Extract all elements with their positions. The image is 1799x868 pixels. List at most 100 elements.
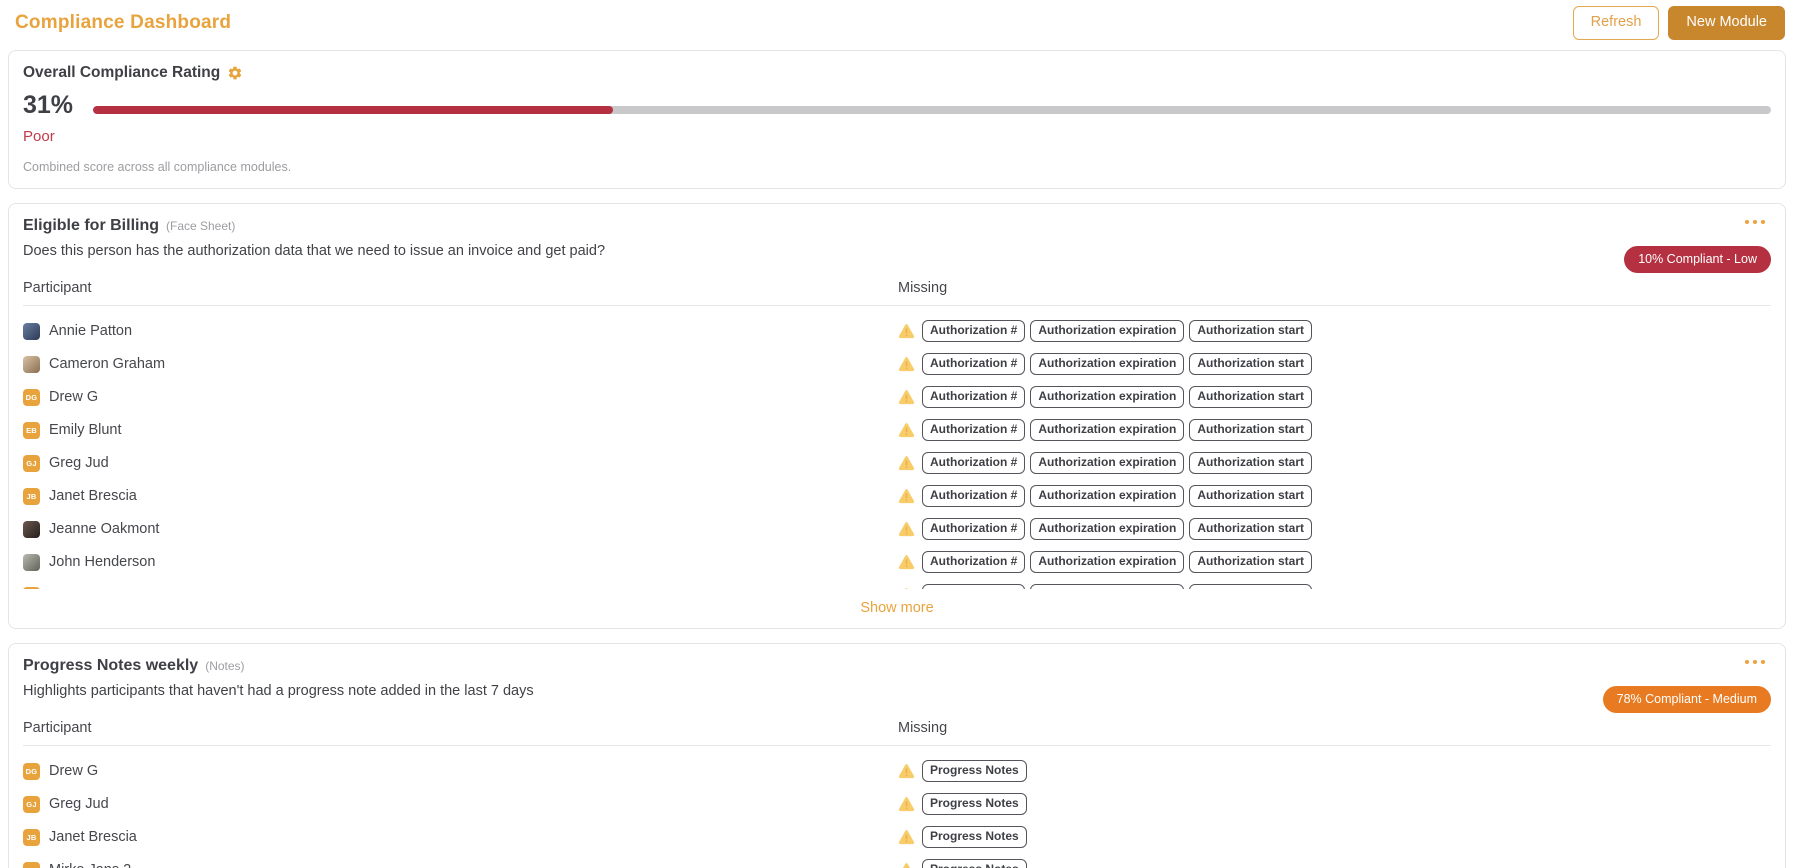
module-title: Progress Notes weekly: [23, 656, 199, 674]
warning-icon: [898, 456, 915, 471]
participant-cell[interactable]: GJ Greg Jud: [23, 454, 898, 472]
participant-name: Mirko Jans 2: [49, 862, 131, 868]
topbar: Compliance Dashboard Refresh New Module: [8, 0, 1786, 50]
participant-cell[interactable]: [23, 586, 898, 589]
participant-name: Drew G: [49, 389, 99, 406]
compliance-badge: 10% Compliant - Low: [1624, 245, 1771, 273]
warning-icon: [905, 588, 908, 589]
avatar: [23, 553, 40, 571]
warning-icon: [898, 555, 915, 570]
module-subtitle: (Notes): [205, 658, 245, 673]
missing-cell: Progress Notes: [898, 859, 1771, 868]
missing-cell: Progress Notes: [898, 826, 1771, 849]
avatar: MJ: [23, 861, 40, 868]
missing-chip: Authorization #: [922, 353, 1026, 376]
avatar: GJ: [23, 454, 40, 472]
participant-cell[interactable]: Annie Patton: [23, 322, 898, 340]
participant-name: Janet Brescia: [49, 488, 137, 505]
participant-name: Cameron Graham: [49, 356, 166, 373]
table-row[interactable]: JB Janet Brescia Progress Notes: [23, 821, 1771, 854]
table-row[interactable]: MJ Mirko Jans 2 Progress Notes: [23, 854, 1771, 868]
module-description: Highlights participants that haven't had…: [23, 682, 534, 699]
column-participant: Participant: [23, 279, 92, 296]
participant-name: Annie Patton: [49, 323, 133, 340]
table-row[interactable]: Annie Patton Authorization # Authorizatio…: [23, 315, 1771, 348]
participant-cell[interactable]: EB Emily Blunt: [23, 421, 898, 439]
gear-icon[interactable]: [227, 65, 243, 81]
missing-cell: Authorization #Authorization expirationA…: [898, 419, 1771, 442]
module-card-progress-notes-weekly: Progress Notes weekly (Notes) Highlights…: [8, 642, 1786, 868]
avatar: [23, 322, 40, 340]
missing-cell: Authorization #Authorization expirationA…: [898, 485, 1771, 508]
avatar: [23, 355, 40, 373]
table-row[interactable]: GJ Greg Jud Authorization # Authorization …: [23, 447, 1771, 480]
missing-chip: Authorization #: [922, 419, 1026, 442]
column-missing: Missing: [898, 279, 948, 296]
page-title: Compliance Dashboard: [15, 11, 232, 33]
participant-cell[interactable]: DG Drew G: [23, 762, 898, 780]
table-row[interactable]: DG Drew G Progress Notes: [23, 755, 1771, 788]
column-missing: Missing: [898, 719, 948, 736]
missing-cell: Authorization #Authorization expirationA…: [898, 518, 1771, 541]
missing-chip: Authorization #: [922, 452, 1026, 475]
new-module-button[interactable]: New Module: [1668, 6, 1785, 40]
missing-chip: Authorization start: [1189, 551, 1312, 574]
show-more-link[interactable]: Show more: [23, 589, 1771, 624]
missing-chip: Authorization expiration: [1030, 419, 1185, 442]
table-row[interactable]: John Henderson Authorization # Authorizat…: [23, 546, 1771, 579]
table-row[interactable]: GJ Greg Jud Progress Notes: [23, 788, 1771, 821]
missing-chip: Progress Notes: [922, 826, 1027, 849]
avatar: JB: [23, 828, 40, 846]
rows: DG Drew G Progress Notes GJ Greg Jud Progre…: [23, 746, 1771, 868]
table-row[interactable]: Authorization # Authorization expiration A…: [23, 579, 1771, 589]
warning-icon: [898, 489, 915, 504]
missing-chip: Authorization expiration: [1030, 485, 1185, 508]
module-card-eligible-for-billing: Eligible for Billing (Face Sheet) Does t…: [8, 202, 1786, 629]
participant-cell[interactable]: JB Janet Brescia: [23, 487, 898, 505]
participant-cell[interactable]: JB Janet Brescia: [23, 828, 898, 846]
participant-name: Jeanne Oakmont: [49, 521, 160, 538]
participant-cell[interactable]: John Henderson: [23, 553, 898, 571]
ellipsis-menu-icon[interactable]: [1744, 659, 1765, 665]
participant-name: Greg Jud: [49, 455, 109, 472]
participant-cell[interactable]: Jeanne Oakmont: [23, 520, 898, 538]
table-row[interactable]: EB Emily Blunt Authorization # Authorizati…: [23, 414, 1771, 447]
missing-cell: Authorization #Authorization expirationA…: [898, 386, 1771, 409]
warning-icon: [898, 324, 915, 339]
refresh-button[interactable]: Refresh: [1572, 6, 1660, 40]
overall-percent: 31%: [23, 90, 74, 119]
avatar: [23, 586, 40, 589]
topbar-actions: Refresh New Module: [1572, 6, 1785, 40]
missing-cell: Authorization # Authorization expiration A…: [898, 584, 1771, 589]
missing-chip: Authorization #: [922, 518, 1026, 541]
rows: Annie Patton Authorization # Authorizatio…: [23, 306, 1771, 579]
module-title-row: Eligible for Billing (Face Sheet): [23, 217, 1771, 235]
ellipsis-menu-icon[interactable]: [1744, 219, 1765, 225]
table-header: Participant Missing: [23, 720, 1771, 746]
participant-cell[interactable]: Cameron Graham: [23, 355, 898, 373]
missing-chip: Authorization start: [1189, 320, 1312, 343]
missing-chip: Authorization #: [922, 584, 1026, 589]
module-title-row: Progress Notes weekly (Notes): [23, 657, 1771, 675]
table-row[interactable]: Jeanne Oakmont Authorization # Authorizat…: [23, 513, 1771, 546]
missing-chip: Authorization expiration: [1030, 584, 1185, 589]
table-row[interactable]: JB Janet Brescia Authorization # Authoriza…: [23, 480, 1771, 513]
column-participant: Participant: [23, 719, 92, 736]
missing-cell: Authorization #Authorization expirationA…: [898, 320, 1771, 343]
warning-icon: [898, 797, 915, 812]
overall-description: Combined score across all compliance mod…: [23, 159, 292, 174]
table-row[interactable]: Cameron Graham Authorization # Authorizat…: [23, 348, 1771, 381]
participant-cell[interactable]: MJ Mirko Jans 2: [23, 861, 898, 868]
participant-cell[interactable]: GJ Greg Jud: [23, 795, 898, 813]
table-row[interactable]: DG Drew G Authorization # Authorization ex…: [23, 381, 1771, 414]
missing-cell: Progress Notes: [898, 793, 1771, 816]
clipped-next-row: Authorization # Authorization expiration A…: [23, 579, 1771, 589]
missing-chip: Authorization expiration: [1030, 551, 1185, 574]
missing-chip: Authorization start: [1189, 353, 1312, 376]
participant-cell[interactable]: DG Drew G: [23, 388, 898, 406]
missing-chip: Authorization start: [1189, 386, 1312, 409]
missing-chip: Authorization start: [1189, 584, 1312, 589]
avatar: JB: [23, 487, 40, 505]
participant-name: Greg Jud: [49, 796, 109, 813]
avatar: DG: [23, 388, 40, 406]
